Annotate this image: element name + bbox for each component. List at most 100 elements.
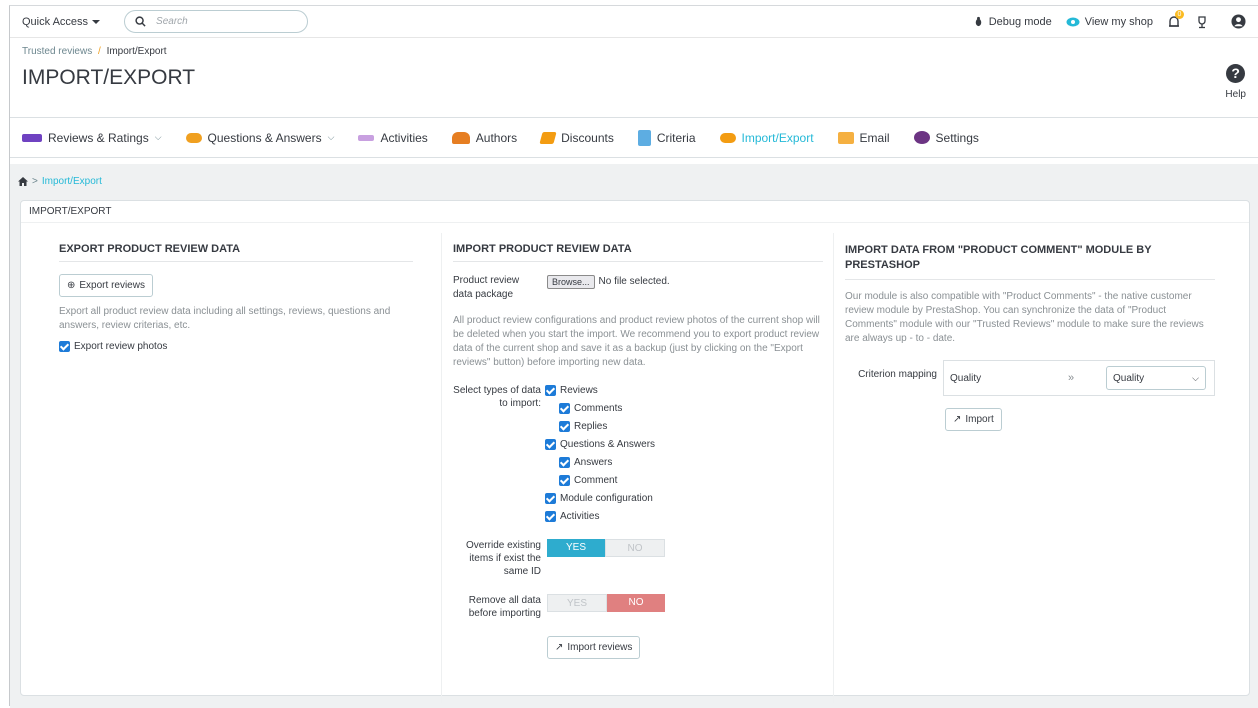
remove-no[interactable]: NO xyxy=(607,594,665,612)
checkbox-checked-icon xyxy=(559,402,570,414)
tab-questions-answers[interactable]: Questions & Answers ⌵ xyxy=(185,131,334,145)
mapping-label: Criterion mapping xyxy=(858,369,937,380)
type-label: Module configuration xyxy=(560,492,653,504)
tab-email[interactable]: Email xyxy=(837,130,890,145)
type-checkbox-comments[interactable]: Comments xyxy=(545,399,655,417)
questions-icon xyxy=(185,132,202,143)
view-shop-link[interactable]: View my shop xyxy=(1066,16,1153,28)
tab-label: Discounts xyxy=(561,130,614,145)
module-tabs: Reviews & Ratings ⌵ Questions & Answers … xyxy=(10,118,1258,158)
debug-mode-link[interactable]: Debug mode xyxy=(973,16,1052,28)
product-comment-heading: IMPORT DATA FROM "PRODUCT COMMENT" MODUL… xyxy=(845,243,1215,280)
tab-reviews-ratings[interactable]: Reviews & Ratings ⌵ xyxy=(22,131,162,145)
breadcrumb: Trusted reviews / Import/Export xyxy=(22,46,1246,57)
mapping-target: Quality xyxy=(1113,372,1145,384)
email-icon xyxy=(837,131,854,144)
tab-activities[interactable]: Activities xyxy=(358,130,428,145)
override-row: Override existing items if exist the sam… xyxy=(453,539,823,578)
help-button[interactable]: ? Help xyxy=(1225,64,1246,100)
export-description: Export all product review data including… xyxy=(59,306,391,331)
question-icon: ? xyxy=(1226,64,1246,83)
profile-button[interactable] xyxy=(1231,14,1246,29)
override-no[interactable]: NO xyxy=(605,539,665,557)
tab-settings[interactable]: Settings xyxy=(913,131,979,145)
import-section: IMPORT PRODUCT REVIEW DATA Product revie… xyxy=(453,243,823,659)
search-input[interactable]: Search xyxy=(124,10,309,33)
notifications-button[interactable]: 0 xyxy=(1167,9,1184,29)
mapping-row: Criterion mapping Quality » Quality ⌵ xyxy=(845,360,1215,396)
column-divider xyxy=(441,233,442,703)
export-reviews-button[interactable]: ⊕ Export reviews xyxy=(59,274,153,297)
checkbox-checked-icon xyxy=(545,492,556,504)
checkbox-checked-icon xyxy=(545,384,556,396)
import-button-wrap: ↗ Import reviews xyxy=(547,636,823,659)
quick-access-label: Quick Access xyxy=(22,15,89,28)
type-checkbox-activities[interactable]: Activities xyxy=(545,507,655,525)
type-checkbox-reviews[interactable]: Reviews xyxy=(545,381,655,399)
breadcrumb-parent[interactable]: Trusted reviews xyxy=(22,46,92,57)
type-label: Replies xyxy=(574,420,608,432)
mapping-target-select[interactable]: Quality ⌵ xyxy=(1106,366,1206,390)
page-title: IMPORT/EXPORT xyxy=(22,66,196,89)
tab-authors[interactable]: Authors xyxy=(451,131,517,145)
trophy-icon xyxy=(1198,15,1206,28)
breadcrumb-link[interactable]: Import/Export xyxy=(42,176,102,187)
type-label: Comments xyxy=(574,402,623,414)
chevron-down-icon xyxy=(92,20,101,24)
debug-mode-label: Debug mode xyxy=(988,15,1052,28)
checkbox-checked-icon xyxy=(559,474,570,486)
import-heading: IMPORT PRODUCT REVIEW DATA xyxy=(453,243,823,262)
type-label: Comment xyxy=(574,474,618,486)
reviews-icon xyxy=(22,133,42,142)
import-icon: ↗ xyxy=(953,414,962,425)
panel-title: IMPORT/EXPORT xyxy=(21,201,1249,223)
type-label: Reviews xyxy=(560,384,598,396)
import-export-icon xyxy=(719,132,736,143)
trophy-button[interactable] xyxy=(1195,15,1209,29)
notification-badge: 0 xyxy=(1175,9,1184,19)
tab-criteria[interactable]: Criteria xyxy=(637,129,696,146)
content-breadcrumb: > Import/Export xyxy=(18,176,102,187)
import-label: Import xyxy=(965,414,994,425)
type-label: Answers xyxy=(574,456,613,468)
import-reviews-button[interactable]: ↗ Import reviews xyxy=(547,636,641,659)
page-header: Trusted reviews / Import/Export IMPORT/E… xyxy=(10,38,1258,118)
tab-label: Email xyxy=(859,130,890,145)
app-frame: Quick Access Search Debug mode View my s… xyxy=(9,5,1258,708)
tab-import-export[interactable]: Import/Export xyxy=(719,130,814,145)
tab-discounts[interactable]: Discounts xyxy=(539,130,614,145)
override-switch[interactable]: YES NO xyxy=(547,539,665,557)
types-list: Reviews Comments Replies Questions & Ans… xyxy=(545,381,655,525)
type-checkbox-comment[interactable]: Comment xyxy=(545,471,655,489)
discounts-icon xyxy=(539,131,557,144)
type-checkbox-module-configuration[interactable]: Module configuration xyxy=(545,489,655,507)
quick-access-dropdown[interactable]: Quick Access xyxy=(22,15,101,28)
type-checkbox-replies[interactable]: Replies xyxy=(545,417,655,435)
tab-label: Import/Export xyxy=(741,130,814,145)
export-photos-checkbox[interactable]: Export review photos xyxy=(59,337,413,355)
home-icon[interactable] xyxy=(18,177,28,186)
remove-yes[interactable]: YES xyxy=(547,594,607,612)
type-checkbox-questions-answers[interactable]: Questions & Answers xyxy=(545,435,655,453)
top-bar: Quick Access Search Debug mode View my s… xyxy=(10,6,1258,38)
export-button-wrap: ⊕ Export reviews xyxy=(59,274,413,297)
browse-button[interactable]: Browse... xyxy=(547,274,595,289)
file-input[interactable]: Browse... No file selected. xyxy=(547,274,670,289)
tab-label: Activities xyxy=(380,130,428,145)
export-button-label: Export reviews xyxy=(79,280,145,291)
checkbox-checked-icon xyxy=(545,510,556,522)
type-checkbox-answers[interactable]: Answers xyxy=(545,453,655,471)
remove-switch[interactable]: YES NO xyxy=(547,594,665,612)
import-button[interactable]: ↗ Import xyxy=(945,408,1002,431)
import-export-panel: IMPORT/EXPORT EXPORT PRODUCT REVIEW DATA… xyxy=(20,200,1250,703)
column-divider xyxy=(833,233,834,703)
remove-row: Remove all data before importing YES NO xyxy=(453,594,823,620)
package-label: Product review data package xyxy=(453,275,520,300)
export-heading: EXPORT PRODUCT REVIEW DATA xyxy=(59,243,413,262)
import-icon: ↗ xyxy=(555,642,564,653)
checkbox-checked-icon xyxy=(545,438,556,450)
tab-label: Criteria xyxy=(656,130,696,145)
override-yes[interactable]: YES xyxy=(547,539,605,557)
import-comment-button-wrap: ↗ Import xyxy=(945,408,1215,431)
package-row: Product review data package Browse... No… xyxy=(453,274,823,302)
